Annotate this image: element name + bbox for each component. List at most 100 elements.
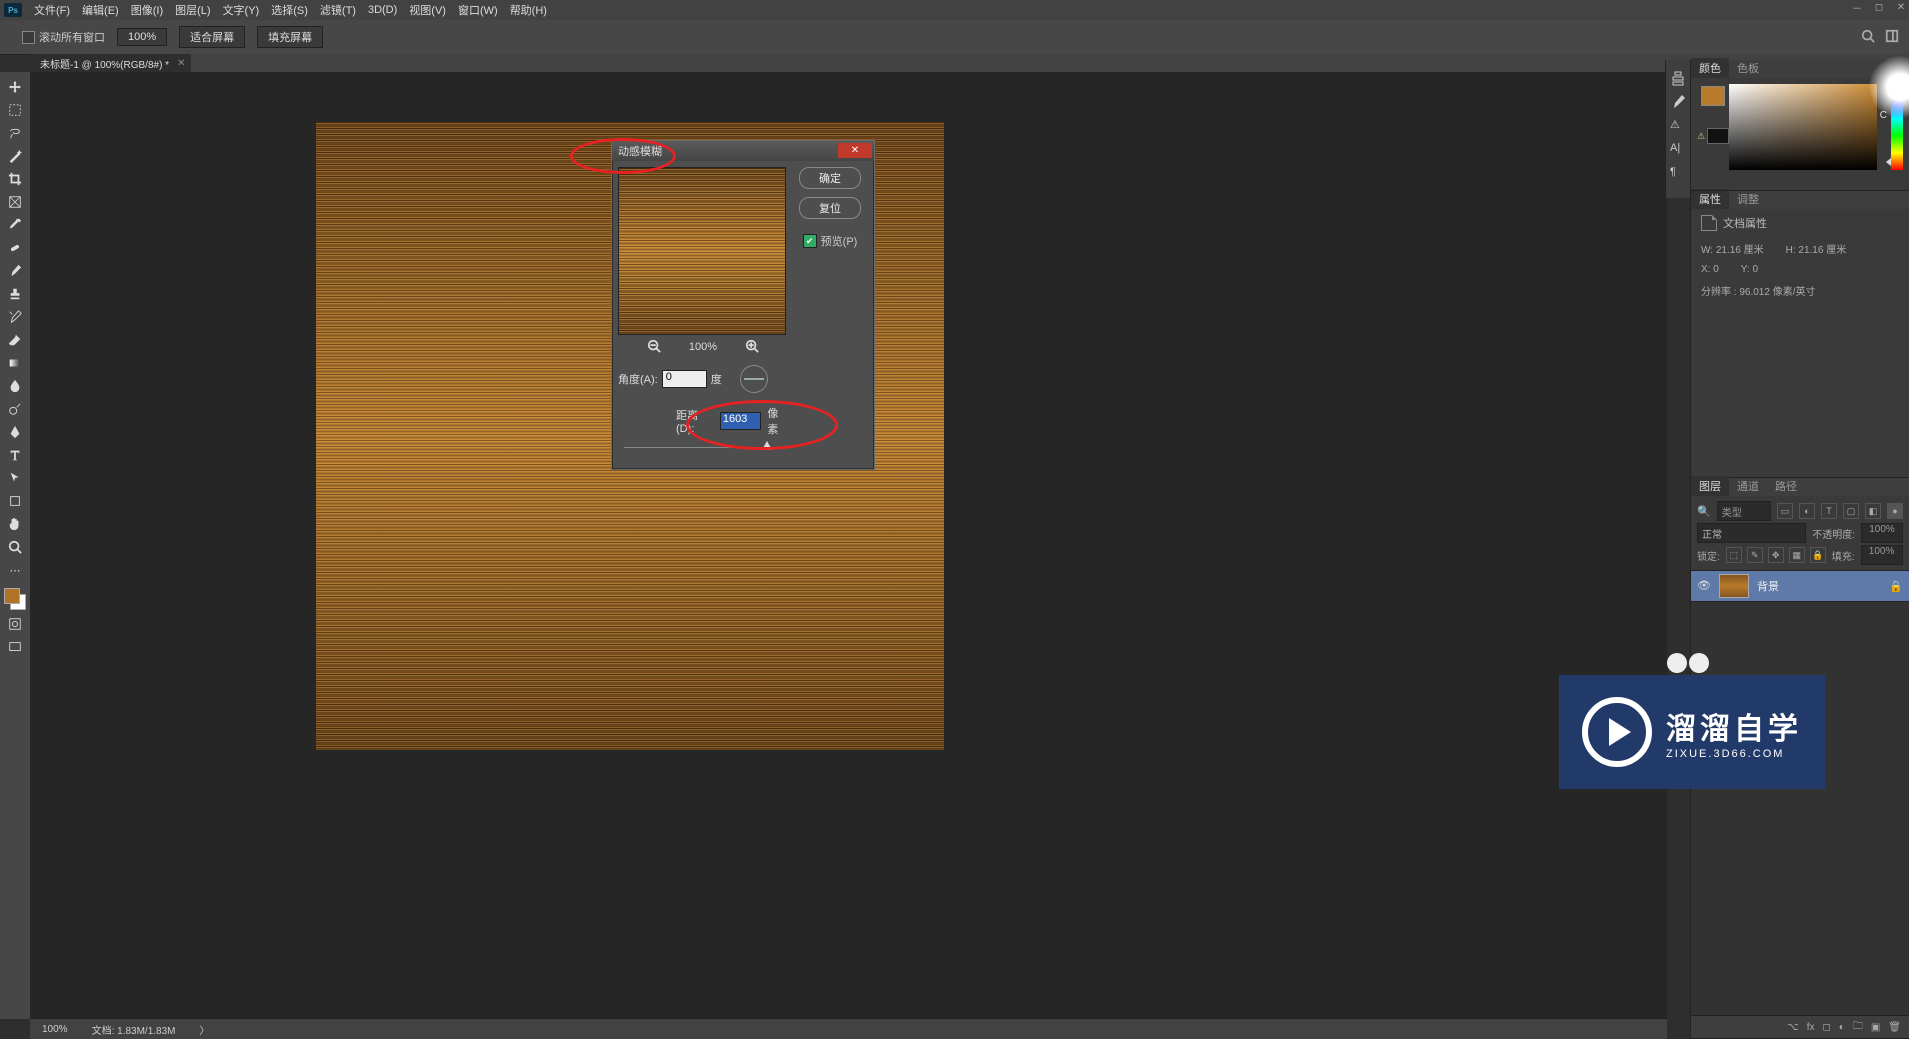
workspace-icon[interactable]	[1885, 29, 1899, 46]
pen-tool-icon[interactable]	[4, 423, 26, 441]
wand-tool-icon[interactable]	[4, 147, 26, 165]
fill-screen-button[interactable]: 填充屏幕	[257, 26, 323, 48]
quickmask-icon[interactable]	[4, 615, 26, 633]
delete-layer-icon[interactable]: 🗑	[1888, 1022, 1901, 1033]
history-panel-icon[interactable]	[1670, 70, 1686, 86]
menu-3d[interactable]: 3D(D)	[362, 2, 403, 18]
close-tab-icon[interactable]: ✕	[177, 58, 185, 69]
path-select-icon[interactable]	[4, 469, 26, 487]
lock-lock-icon[interactable]: 🔒	[1810, 547, 1826, 563]
filter-smart-icon[interactable]: ◧	[1865, 503, 1881, 519]
gradient-tool-icon[interactable]	[4, 354, 26, 372]
para-panel-icon[interactable]: ¶	[1670, 166, 1686, 182]
layer-row[interactable]: 👁 背景 🔒	[1691, 570, 1909, 602]
char-panel-icon[interactable]: A|	[1670, 142, 1686, 158]
lasso-tool-icon[interactable]	[4, 124, 26, 142]
color-background-swatch[interactable]	[1707, 128, 1729, 144]
window-maximize-icon[interactable]: ◻	[1873, 1, 1885, 13]
reset-button[interactable]: 复位	[799, 197, 861, 219]
menu-window[interactable]: 窗口(W)	[452, 0, 504, 20]
eyedropper-tool-icon[interactable]	[4, 216, 26, 234]
filter-shape-icon[interactable]: ▢	[1843, 503, 1859, 519]
stamp-tool-icon[interactable]	[4, 285, 26, 303]
layer-group-icon[interactable]: 🗀	[1853, 1019, 1863, 1036]
status-arrow-icon[interactable]: 〉	[200, 1022, 210, 1037]
new-layer-icon[interactable]: ▣	[1871, 1022, 1880, 1033]
lock-position-icon[interactable]: ✥	[1768, 547, 1784, 563]
blend-mode-select[interactable]: 正常	[1697, 523, 1806, 543]
menu-file[interactable]: 文件(F)	[28, 0, 76, 20]
type-tool-icon[interactable]	[4, 446, 26, 464]
marquee-tool-icon[interactable]	[4, 101, 26, 119]
search-icon[interactable]	[1861, 29, 1875, 46]
menu-filter[interactable]: 滤镜(T)	[314, 0, 362, 20]
tab-color[interactable]: 颜色	[1691, 58, 1729, 78]
lock-pixels-icon[interactable]: ✎	[1747, 547, 1763, 563]
tab-adjustments[interactable]: 调整	[1729, 189, 1767, 209]
lock-artboard-icon[interactable]: ▦	[1789, 547, 1805, 563]
zoom-tool-icon[interactable]	[4, 538, 26, 556]
brush-tool-icon[interactable]	[4, 262, 26, 280]
layer-style-icon[interactable]: fx	[1807, 1022, 1815, 1033]
preview-checkbox[interactable]: ✔ 预览(P)	[803, 233, 858, 249]
tab-channels[interactable]: 通道	[1729, 476, 1767, 496]
filter-pixel-icon[interactable]: ▭	[1777, 503, 1793, 519]
eraser-tool-icon[interactable]	[4, 331, 26, 349]
opacity-field[interactable]: 100%	[1861, 523, 1903, 543]
distance-input[interactable]: 1603	[720, 412, 762, 430]
color-foreground-swatch[interactable]	[1701, 86, 1725, 106]
lock-all-icon[interactable]: ⬚	[1726, 547, 1742, 563]
slider-handle-icon[interactable]	[762, 441, 772, 450]
dialog-titlebar[interactable]: 动感模糊 ✕	[612, 141, 874, 161]
move-tool-icon[interactable]	[4, 78, 26, 96]
frame-tool-icon[interactable]	[4, 193, 26, 211]
layer-filter-kind[interactable]: 类型	[1717, 501, 1771, 521]
angle-wheel[interactable]	[740, 365, 768, 393]
visibility-icon[interactable]: 👁	[1697, 579, 1711, 593]
document-tab[interactable]: 未标题-1 @ 100%(RGB/8#) * ✕	[30, 54, 191, 72]
ok-button[interactable]: 确定	[799, 167, 861, 189]
shape-tool-icon[interactable]	[4, 492, 26, 510]
menu-select[interactable]: 选择(S)	[265, 0, 314, 20]
zoom-field[interactable]: 100%	[117, 28, 167, 46]
window-minimize-icon[interactable]: －	[1851, 1, 1863, 13]
history-brush-icon[interactable]	[4, 308, 26, 326]
filter-toggle-icon[interactable]: ●	[1887, 503, 1903, 519]
filter-type-icon[interactable]: T	[1821, 503, 1837, 519]
tab-swatches[interactable]: 色板	[1729, 58, 1767, 78]
fit-screen-button[interactable]: 适合屏幕	[179, 26, 245, 48]
tab-paths[interactable]: 路径	[1767, 476, 1805, 496]
search-layers-icon[interactable]: 🔍	[1697, 505, 1711, 518]
menu-edit[interactable]: 编辑(E)	[76, 0, 125, 20]
hand-tool2-icon[interactable]	[4, 515, 26, 533]
link-layers-icon[interactable]: ⌥	[1787, 1022, 1799, 1033]
layer-mask-icon[interactable]: ◻	[1822, 1022, 1830, 1033]
menu-help[interactable]: 帮助(H)	[504, 0, 553, 20]
menu-type[interactable]: 文字(Y)	[217, 0, 266, 20]
dodge-tool-icon[interactable]	[4, 400, 26, 418]
filter-adjust-icon[interactable]: ◐	[1799, 503, 1815, 519]
menu-image[interactable]: 图像(I)	[125, 0, 169, 20]
tab-properties[interactable]: 属性	[1691, 189, 1729, 209]
blur-tool-icon[interactable]	[4, 377, 26, 395]
dialog-preview[interactable]	[618, 167, 786, 335]
window-close-icon[interactable]: ✕	[1895, 1, 1907, 13]
scroll-all-checkbox[interactable]: 滚动所有窗口	[22, 29, 105, 45]
fill-field[interactable]: 100%	[1861, 545, 1903, 565]
warn-panel-icon[interactable]: ⚠	[1670, 118, 1686, 134]
crop-tool-icon[interactable]	[4, 170, 26, 188]
dialog-close-button[interactable]: ✕	[838, 143, 872, 158]
color-swatches[interactable]	[4, 588, 26, 610]
heal-tool-icon[interactable]	[4, 239, 26, 257]
adjustment-layer-icon[interactable]: ◐	[1839, 1022, 1845, 1033]
screenmode-icon[interactable]	[4, 638, 26, 656]
distance-slider[interactable]	[624, 441, 782, 455]
more-tools-icon[interactable]: ⋯	[4, 561, 26, 579]
brush-panel-icon[interactable]	[1670, 94, 1686, 110]
layer-lock-icon[interactable]: 🔒	[1889, 580, 1903, 593]
color-field[interactable]	[1729, 84, 1877, 170]
menu-view[interactable]: 视图(V)	[403, 0, 452, 20]
zoom-in-icon[interactable]	[745, 339, 759, 356]
zoom-out-icon[interactable]	[647, 339, 661, 356]
menu-layer[interactable]: 图层(L)	[169, 0, 216, 20]
